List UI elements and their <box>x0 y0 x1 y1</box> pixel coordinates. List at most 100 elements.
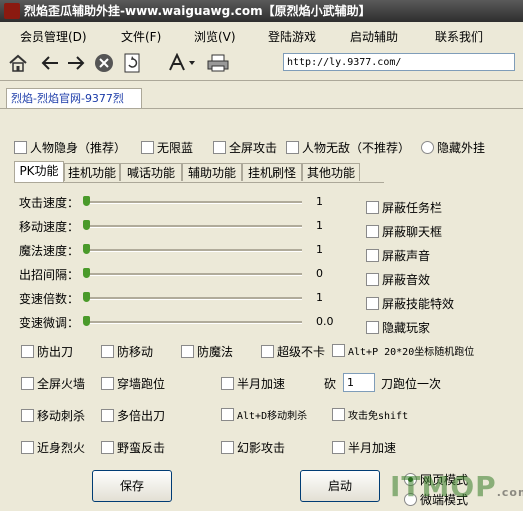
checkbox[interactable] <box>14 141 27 154</box>
tab-shout[interactable]: 喊话功能 <box>120 163 182 181</box>
checkbox[interactable] <box>181 345 194 358</box>
slider-value: 1 <box>316 195 323 208</box>
slider-cast-interval[interactable] <box>83 268 302 278</box>
menu-file[interactable]: 文件(F) <box>121 28 161 45</box>
slider-move-speed[interactable] <box>83 220 302 230</box>
check-random-run[interactable]: Alt+P 20*20坐标随机跑位 <box>332 343 474 358</box>
checkbox[interactable] <box>332 344 345 357</box>
slider-label-speed-multiplier: 变速倍数： <box>19 292 80 306</box>
check-anti-magic[interactable]: 防魔法 <box>181 343 233 360</box>
menu-browse[interactable]: 浏览(V) <box>194 28 236 45</box>
checkbox[interactable] <box>221 377 234 390</box>
check-close-fire[interactable]: 近身烈火 <box>21 439 85 456</box>
slider-magic-speed[interactable] <box>83 244 302 254</box>
app-icon <box>4 3 20 19</box>
forward-icon[interactable] <box>64 51 88 75</box>
slider-speed-fine[interactable] <box>83 316 302 326</box>
check-no-lag[interactable]: 超级不卡 <box>261 343 325 360</box>
font-icon[interactable] <box>164 51 200 75</box>
refresh-icon[interactable] <box>120 51 144 75</box>
stop-icon[interactable] <box>92 51 116 75</box>
slider-attack-speed[interactable] <box>83 196 302 206</box>
slider-thumb[interactable] <box>83 292 90 302</box>
menu-member[interactable]: 会员管理(D) <box>20 28 87 45</box>
checkbox[interactable] <box>141 141 154 154</box>
slider-value: 1 <box>316 291 323 304</box>
slider-value: 0 <box>316 267 323 280</box>
slider-speed-multiplier[interactable] <box>83 292 302 302</box>
check-firewall[interactable]: 全屏火墙 <box>21 375 85 392</box>
checkbox[interactable] <box>213 141 226 154</box>
tab-divider <box>0 108 523 109</box>
checkbox[interactable] <box>101 409 114 422</box>
menu-start-assist[interactable]: 启动辅助 <box>350 28 398 45</box>
address-bar[interactable]: http://ly.9377.com/ <box>283 53 515 71</box>
back-icon[interactable] <box>38 51 62 75</box>
checkbox[interactable] <box>221 441 234 454</box>
checkbox[interactable] <box>366 273 379 286</box>
check-no-shift-attack[interactable]: 攻击免shift <box>332 407 408 422</box>
check-move-stab[interactable]: 移动刺杀 <box>21 407 85 424</box>
browser-tab[interactable]: 烈焰-烈焰官网-9377烈 <box>6 88 142 108</box>
check-halfmoon-accel-2[interactable]: 半月加速 <box>332 439 396 456</box>
option-invisible[interactable]: 人物隐身（推荐） <box>14 139 126 156</box>
slider-thumb[interactable] <box>83 268 90 278</box>
radio-hide-plugin[interactable]: 隐藏外挂 <box>421 139 485 156</box>
checkbox[interactable] <box>261 345 274 358</box>
checkbox[interactable] <box>21 345 34 358</box>
menu-login-game[interactable]: 登陆游戏 <box>268 28 316 45</box>
checkbox[interactable] <box>366 201 379 214</box>
tab-hangup[interactable]: 挂机功能 <box>64 163 120 181</box>
check-anti-slash[interactable]: 防出刀 <box>21 343 73 360</box>
checkbox[interactable] <box>21 409 34 422</box>
check-savage-counter[interactable]: 野蛮反击 <box>101 439 165 456</box>
checkbox[interactable] <box>101 377 114 390</box>
slider-thumb[interactable] <box>83 244 90 254</box>
option-invincible[interactable]: 人物无敌（不推荐） <box>286 139 410 156</box>
checkbox[interactable] <box>101 345 114 358</box>
slider-thumb[interactable] <box>83 220 90 230</box>
check-mute-sound[interactable]: 屏蔽声音 <box>366 247 430 264</box>
slider-thumb[interactable] <box>83 196 90 206</box>
chop-suffix: 刀跑位一次 <box>381 377 442 391</box>
menu-contact[interactable]: 联系我们 <box>435 28 483 45</box>
checkbox[interactable] <box>366 321 379 334</box>
checkbox[interactable] <box>21 441 34 454</box>
slider-thumb[interactable] <box>83 316 90 326</box>
print-icon[interactable] <box>206 51 230 75</box>
tab-pk[interactable]: PK功能 <box>14 161 64 182</box>
check-hide-chat[interactable]: 屏蔽聊天框 <box>366 223 442 240</box>
checkbox[interactable] <box>21 377 34 390</box>
checkbox[interactable] <box>366 297 379 310</box>
checkbox[interactable] <box>366 249 379 262</box>
checkbox[interactable] <box>286 141 299 154</box>
chop-count-input[interactable]: 1 <box>343 373 375 392</box>
tab-underline <box>14 182 384 183</box>
home-icon[interactable] <box>6 51 30 75</box>
radio-button[interactable] <box>421 141 434 154</box>
check-anti-move[interactable]: 防移动 <box>101 343 153 360</box>
check-mute-effects[interactable]: 屏蔽音效 <box>366 271 430 288</box>
tab-farm[interactable]: 挂机刷怪 <box>242 163 302 181</box>
check-halfmoon-accel[interactable]: 半月加速 <box>221 375 285 392</box>
checkbox[interactable] <box>332 408 345 421</box>
tab-assist[interactable]: 辅助功能 <box>182 163 242 181</box>
save-button[interactable]: 保存 <box>92 470 172 502</box>
start-button[interactable]: 启动 <box>300 470 380 502</box>
checkbox[interactable] <box>101 441 114 454</box>
check-hide-players[interactable]: 隐藏玩家 <box>366 319 430 336</box>
check-altd-move-stab[interactable]: Alt+D移动刺杀 <box>221 407 307 422</box>
slider-value: 1 <box>316 219 323 232</box>
checkbox[interactable] <box>332 441 345 454</box>
option-infinite-mana[interactable]: 无限蓝 <box>141 139 193 156</box>
check-phantom-attack[interactable]: 幻影攻击 <box>221 439 285 456</box>
chop-prefix: 砍 <box>324 377 337 391</box>
checkbox[interactable] <box>366 225 379 238</box>
check-wall-run[interactable]: 穿墙跑位 <box>101 375 165 392</box>
check-hide-taskbar[interactable]: 屏蔽任务栏 <box>366 199 442 216</box>
checkbox[interactable] <box>221 408 234 421</box>
option-fullscreen-attack[interactable]: 全屏攻击 <box>213 139 277 156</box>
tab-other[interactable]: 其他功能 <box>302 163 360 181</box>
check-multi-slash[interactable]: 多倍出刀 <box>101 407 165 424</box>
check-hide-skill-fx[interactable]: 屏蔽技能特效 <box>366 295 454 312</box>
